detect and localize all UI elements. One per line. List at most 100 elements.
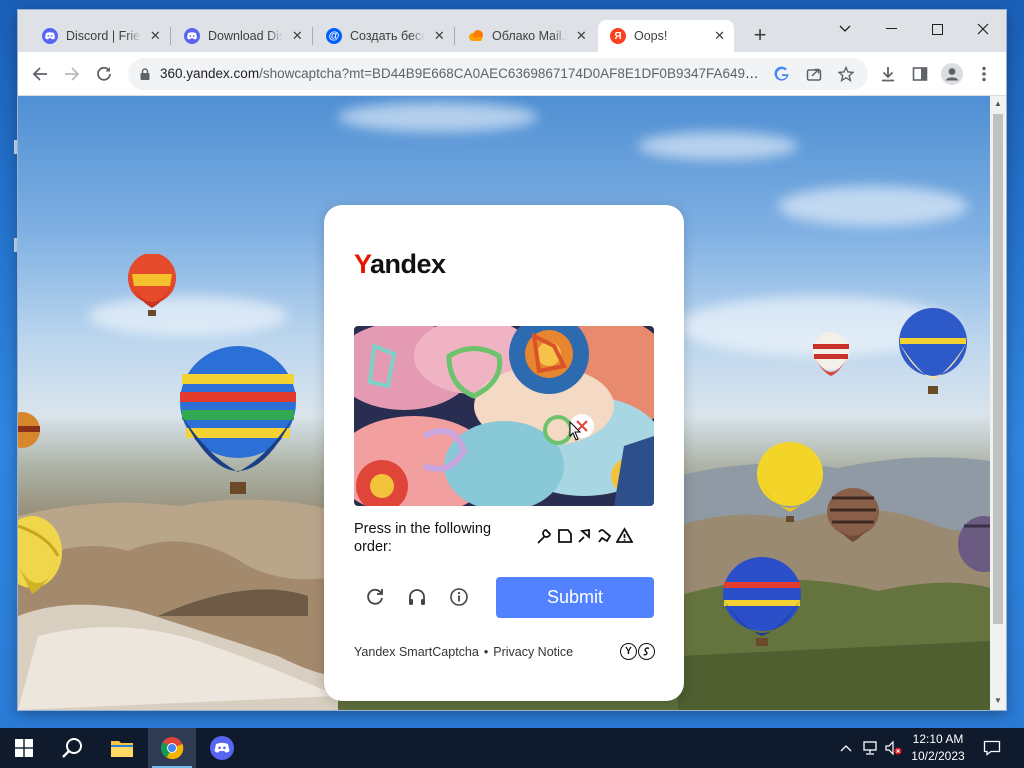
download-icon (882, 67, 894, 82)
profile-button[interactable] (938, 60, 966, 88)
forward-button[interactable] (58, 60, 86, 88)
new-tab-button[interactable]: + (748, 24, 772, 46)
audio-captcha-button[interactable] (404, 584, 430, 610)
privacy-notice-link[interactable]: Privacy Notice (493, 645, 573, 659)
show-hidden-icons-button[interactable] (836, 728, 856, 768)
refresh-icon (367, 588, 383, 605)
tab-title: Oops! (634, 29, 668, 43)
page-scrollbar[interactable]: ▲ ▼ (990, 96, 1006, 710)
minimize-button[interactable] (868, 14, 914, 44)
start-button[interactable] (0, 728, 48, 768)
scroll-thumb[interactable] (993, 114, 1003, 624)
footer-separator: • (483, 645, 489, 659)
tab-mail-signup[interactable]: @ Создать бесплатный ✕ (314, 20, 454, 52)
tab-separator (170, 27, 171, 45)
tab-close-icon[interactable]: ✕ (291, 28, 304, 44)
headphones-icon (409, 589, 425, 605)
scroll-down-icon[interactable]: ▼ (993, 696, 1003, 705)
dragon-icon (596, 526, 613, 546)
hot-air-balloon (958, 516, 990, 572)
url-text[interactable]: 360.yandex.com/showcaptcha?mt=BD44B9E668… (160, 66, 766, 81)
kebab-menu-icon (982, 66, 986, 82)
maximize-button[interactable] (914, 14, 960, 44)
tab-separator (454, 27, 455, 45)
clock-time: 12:10 AM (912, 732, 964, 746)
clock[interactable]: 12:10 AM 10/2/2023 (900, 731, 976, 765)
search-button[interactable] (48, 728, 96, 768)
network-icon (863, 741, 877, 755)
yandex-icon: Я (610, 28, 626, 44)
notifications-button[interactable] (980, 728, 1004, 768)
discord-app-button[interactable] (198, 728, 246, 768)
back-button[interactable] (26, 60, 54, 88)
share-icon[interactable] (804, 64, 824, 84)
url-host: 360.yandex.com (160, 66, 260, 81)
hot-air-balloon (723, 557, 801, 646)
tab-strip: Discord | Friends ✕ Download Discord ✕ @… (18, 10, 1006, 52)
tab-title: Облако Mail.ru (492, 29, 567, 43)
address-bar[interactable]: 360.yandex.com/showcaptcha?mt=BD44B9E668… (128, 58, 868, 90)
chrome-button[interactable] (148, 728, 196, 768)
browser-toolbar: 360.yandex.com/showcaptcha?mt=BD44B9E668… (18, 52, 1006, 96)
lock-icon[interactable] (140, 67, 150, 85)
chevron-up-icon (840, 745, 852, 752)
side-panel-icon (912, 67, 928, 81)
discord-icon (184, 28, 200, 44)
smartcaptcha-logo-y: Y (620, 643, 637, 660)
folder-icon (111, 741, 133, 757)
tab-title: Discord | Friends (66, 29, 141, 43)
hot-air-balloon (18, 516, 62, 594)
arrow-right-icon (65, 67, 80, 81)
captcha-flower-picture[interactable] (354, 326, 654, 506)
network-button[interactable] (860, 728, 882, 768)
discord-icon (210, 736, 234, 760)
browser-window: Discord | Friends ✕ Download Discord ✕ @… (18, 10, 1006, 710)
windows-logo-icon (15, 739, 33, 757)
profile-avatar-icon (941, 63, 963, 85)
downloads-button[interactable] (874, 60, 902, 88)
tab-oops[interactable]: Я Oops! ✕ (598, 20, 734, 52)
scroll-up-icon[interactable]: ▲ (993, 99, 1003, 108)
refresh-captcha-button[interactable] (362, 584, 388, 610)
wrench-icon (536, 526, 553, 546)
tab-mail-cloud[interactable]: Облако Mail.ru ✕ (456, 20, 596, 52)
discord-icon (42, 28, 58, 44)
url-path: /showcaptcha?mt=BD44B9E668CA0AEC63698671… (259, 66, 766, 81)
mail-at-icon: @ (326, 28, 342, 44)
cloud-mail-icon (468, 28, 484, 44)
hot-air-balloon (813, 332, 849, 376)
close-window-button[interactable] (960, 14, 1006, 44)
page-viewport: Yandex Press in the following order: Sub… (18, 96, 990, 710)
pin-icon (576, 526, 593, 546)
warning-icon (615, 526, 634, 546)
side-panel-button[interactable] (906, 60, 934, 88)
notification-icon (983, 740, 1001, 756)
search-icon (62, 738, 82, 758)
smartcaptcha-link[interactable]: Yandex SmartCaptcha (354, 645, 479, 659)
reload-icon (97, 66, 111, 81)
tab-search-button[interactable] (822, 14, 868, 44)
captcha-instruction: Press in the following order: (354, 521, 492, 555)
captcha-order-icons (536, 526, 634, 546)
reload-button[interactable] (90, 60, 118, 88)
captcha-footer: Yandex SmartCaptcha • Privacy Notice (354, 645, 573, 659)
info-button[interactable] (446, 584, 472, 610)
captcha-image[interactable] (354, 326, 654, 506)
tab-discord-friends[interactable]: Discord | Friends ✕ (30, 20, 170, 52)
tab-close-icon[interactable]: ✕ (575, 28, 588, 44)
bookmark-star-icon[interactable] (836, 64, 856, 84)
tab-close-icon[interactable]: ✕ (149, 28, 162, 44)
menu-button[interactable] (970, 60, 998, 88)
tab-download-discord[interactable]: Download Discord ✕ (172, 20, 312, 52)
tab-close-icon[interactable]: ✕ (713, 28, 726, 44)
file-explorer-button[interactable] (98, 728, 146, 768)
hot-air-balloon (899, 308, 967, 394)
close-icon (977, 23, 989, 35)
yandex-logo: Yandex (354, 249, 446, 279)
arrow-left-icon (32, 67, 47, 81)
submit-button[interactable]: Submit (496, 577, 654, 618)
google-translate-icon[interactable] (772, 64, 792, 84)
hot-air-balloon (827, 488, 879, 542)
tab-close-icon[interactable]: ✕ (433, 28, 446, 44)
tab-title: Создать бесплатный (350, 29, 425, 43)
